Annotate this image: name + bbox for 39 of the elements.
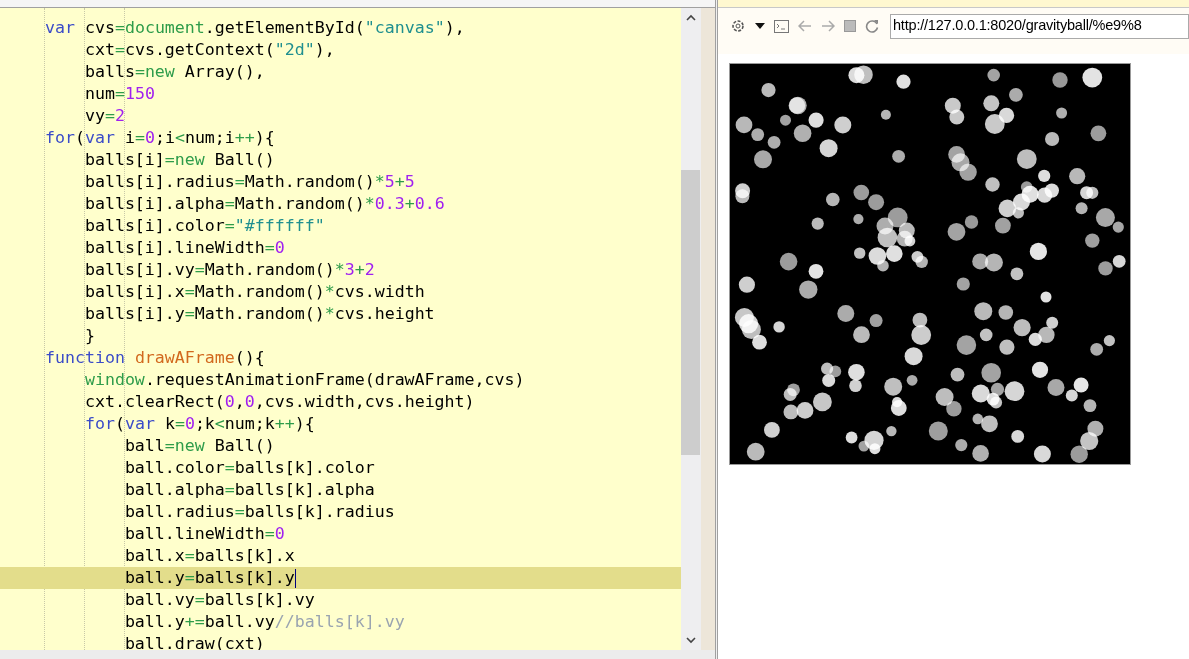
back-arrow-icon[interactable] [798, 20, 812, 32]
code-line: ball.vy=balls[k].vy [123, 589, 315, 611]
code-line: balls[i]=new Ball() [83, 149, 275, 171]
code-line: ball.radius=balls[k].radius [123, 501, 395, 523]
terminal-icon[interactable] [774, 19, 789, 33]
text-cursor [294, 568, 296, 588]
code-line: cxt=cvs.getContext("2d"), [83, 39, 335, 61]
code-line: ball.color=balls[k].color [123, 457, 375, 479]
code-line: ball.lineWidth=0 [123, 523, 285, 545]
code-line: balls[i].color="#ffffff" [83, 215, 325, 237]
dropdown-caret-icon[interactable] [755, 23, 765, 29]
code-line: balls[i].lineWidth=0 [83, 237, 285, 259]
code-line: vy=2 [83, 105, 125, 127]
scroll-down-icon[interactable] [686, 637, 696, 644]
code-line: balls[i].x=Math.random()*cvs.width [83, 281, 425, 303]
code-line: ball.alpha=balls[k].alpha [123, 479, 375, 501]
code-line: balls[i].alpha=Math.random()*0.3+0.6 [83, 193, 445, 215]
code-line: ball.y=balls[k].y [123, 567, 295, 589]
code-line: for(var k=0;k<num;k++){ [83, 413, 315, 435]
scroll-up-icon[interactable] [686, 14, 696, 21]
code-line: window.requestAnimationFrame(drawAFrame,cvs) [83, 369, 525, 391]
code-line: ball.x=balls[k].x [123, 545, 295, 567]
code-line: ball=new Ball() [123, 435, 275, 457]
code-line: balls=new Array(), [83, 61, 265, 83]
code-line: for(var i=0;i<num;i++){ [43, 127, 275, 149]
settings-icon[interactable] [730, 18, 746, 34]
code-line: balls[i].vy=Math.random()*3+2 [83, 259, 375, 281]
url-field[interactable]: http://127.0.0.1:8020/gravityball/%e9%8 [890, 13, 1189, 39]
forward-arrow-icon[interactable] [821, 20, 835, 32]
reload-icon[interactable] [865, 19, 879, 33]
code-line: cxt.clearRect(0,0,cvs.width,cvs.height) [83, 391, 475, 413]
code-line: } [83, 325, 95, 347]
code-line: ball.y+=ball.vy//balls[k].vy [123, 611, 405, 633]
code-line: balls[i].y=Math.random()*cvs.height [83, 303, 435, 325]
scrollbar-thumb[interactable] [681, 170, 700, 455]
code-line: num=150 [83, 83, 155, 105]
code-line: var cvs=document.getElementById("canvas"), [43, 17, 465, 39]
code-line: function drawAFrame(){ [43, 347, 265, 369]
code-line: balls[i].radius=Math.random()*5+5 [83, 171, 415, 193]
